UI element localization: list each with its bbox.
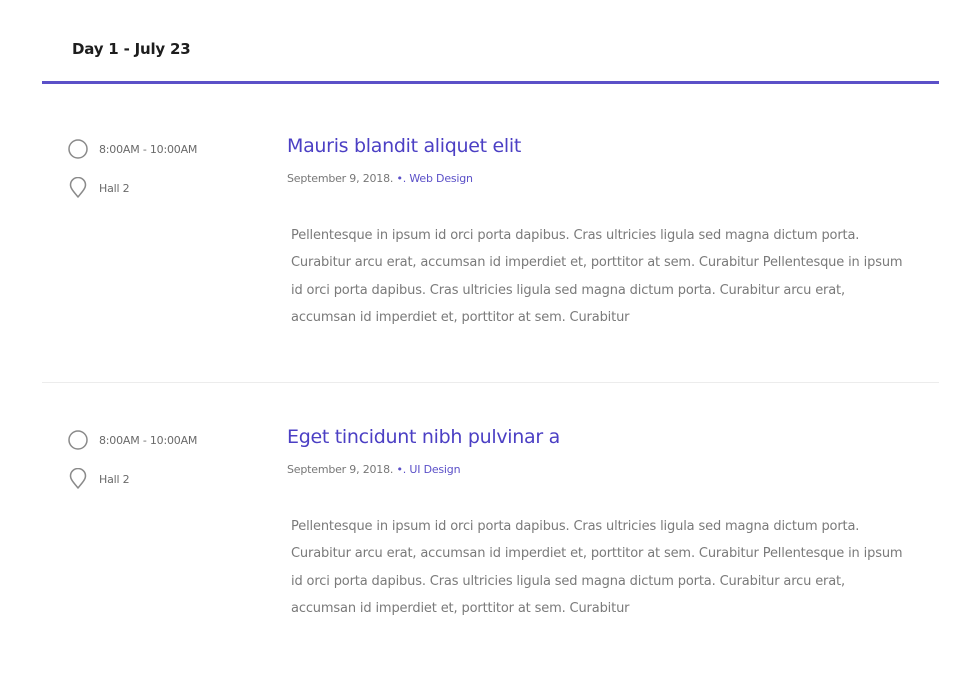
session-title[interactable]: Mauris blandit aliquet elit: [287, 135, 521, 157]
session-location: Hall 2: [67, 467, 130, 490]
map-pin-icon: [67, 176, 89, 199]
active-tab-underline: [42, 81, 939, 84]
clock-icon: [67, 138, 89, 160]
session-location-text: Hall 2: [99, 472, 130, 486]
session-card: 8:00AM - 10:00AM Hall 2 Mauris blandit a…: [42, 92, 939, 382]
session-byline: September 9, 2018. •. Web Design: [287, 172, 473, 185]
byline-separator: •.: [396, 463, 407, 476]
day-tab[interactable]: Day 1 - July 23: [72, 40, 191, 58]
day-header: Day 1 - July 23: [0, 0, 980, 84]
clock-icon: [67, 429, 89, 451]
session-category-link[interactable]: UI Design: [409, 463, 460, 476]
session-location-text: Hall 2: [99, 181, 130, 195]
session-byline: September 9, 2018. •. UI Design: [287, 463, 461, 476]
session-location: Hall 2: [67, 176, 130, 199]
session-time-text: 8:00AM - 10:00AM: [99, 433, 198, 447]
session-date: September 9, 2018.: [287, 172, 394, 185]
session-title[interactable]: Eget tincidunt nibh pulvinar a: [287, 426, 560, 448]
session-description: Pellentesque in ipsum id orci porta dapi…: [291, 519, 903, 616]
session-card: 8:00AM - 10:00AM Hall 2 Eget tincidunt n…: [42, 383, 939, 673]
session-date: September 9, 2018.: [287, 463, 394, 476]
session-description: Pellentesque in ipsum id orci porta dapi…: [291, 228, 903, 325]
map-pin-icon: [67, 467, 89, 490]
byline-separator: •.: [396, 172, 407, 185]
session-category-link[interactable]: Web Design: [409, 172, 473, 185]
session-time-text: 8:00AM - 10:00AM: [99, 142, 198, 156]
session-time: 8:00AM - 10:00AM: [67, 138, 197, 160]
session-time: 8:00AM - 10:00AM: [67, 429, 197, 451]
